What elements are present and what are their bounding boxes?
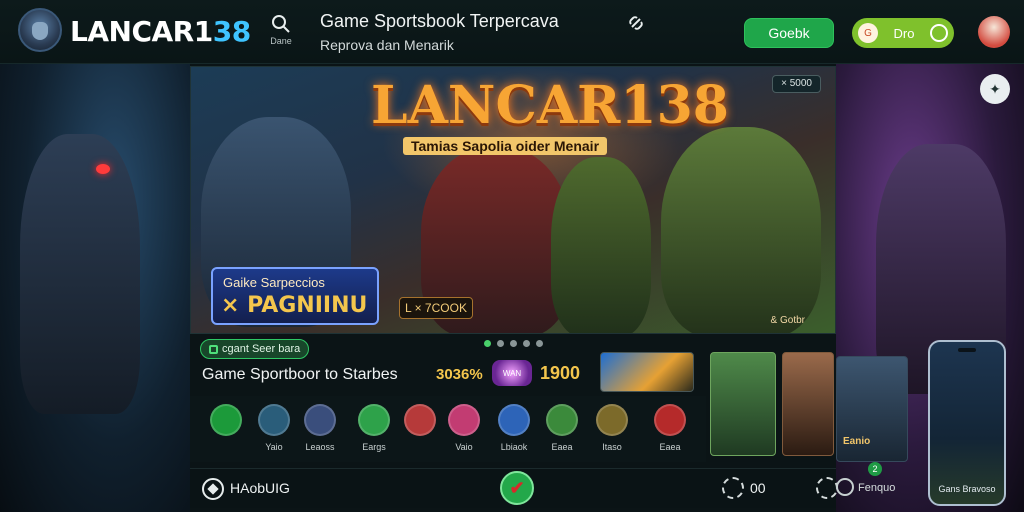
game-category-label: Itaso: [602, 442, 622, 452]
page: LANCAR138 Dane Game Sportsbook Terpercav…: [0, 0, 1024, 512]
link-icon[interactable]: [626, 13, 646, 33]
game-category-item[interactable]: Eaea: [646, 404, 694, 452]
user-avatar[interactable]: [978, 16, 1010, 48]
league-icon: [304, 404, 336, 436]
carousel-dot[interactable]: [484, 340, 491, 347]
game-category-item[interactable]: Eaea: [538, 404, 586, 452]
game-card-label: Eanio: [843, 436, 871, 447]
arcade-icon: [654, 404, 686, 436]
pill-label: cgant Seer bara: [222, 343, 301, 355]
game-category-item[interactable]: Vaio: [440, 404, 488, 452]
bottom-bar: HAobUIG ✔ 00: [190, 468, 838, 508]
promo-thumbnail[interactable]: [600, 352, 694, 392]
top-header: LANCAR138 Dane Game Sportsbook Terpercav…: [0, 0, 1024, 64]
phone-label: Gans Bravoso: [938, 484, 996, 494]
center-action-button[interactable]: ✔: [500, 471, 534, 505]
game-category-item[interactable]: Yaio: [250, 404, 298, 452]
win-badge[interactable]: WAN: [492, 360, 532, 386]
search-label: Dane: [270, 36, 292, 46]
hero-promo-card[interactable]: Gaike Sarpeccios × PAGNIINU: [211, 267, 379, 325]
gear-icon[interactable]: [836, 478, 854, 496]
settings-gear-icon-secondary[interactable]: [816, 477, 838, 499]
game-category-item[interactable]: Eargs: [350, 404, 398, 452]
carousel-dots: [484, 340, 543, 347]
chip-icon: G: [858, 23, 878, 43]
section-title: Game Sportboor to Starbes: [202, 366, 398, 383]
carousel-dot[interactable]: [510, 340, 517, 347]
search-button[interactable]: Dane: [266, 14, 296, 52]
register-button[interactable]: G Dro: [852, 18, 954, 48]
game-category-label: Eaea: [659, 442, 681, 452]
carousel-dot[interactable]: [523, 340, 530, 347]
header-subtitle: Reprova dan Menarik: [320, 37, 454, 53]
left-warrior-figure: [20, 134, 140, 414]
hero-cta-button[interactable]: L × 7COOK: [399, 297, 473, 319]
game-card-portrait[interactable]: [782, 352, 834, 456]
game-category-item[interactable]: [396, 404, 444, 442]
phone-preview[interactable]: Gans Bravoso: [928, 340, 1006, 506]
game-category-item[interactable]: Leaoss: [296, 404, 344, 452]
game-card-warrior[interactable]: [710, 352, 776, 456]
game-category-label: Eargs: [362, 442, 386, 452]
game-category-label: Yaio: [265, 442, 283, 452]
promo-line-1: Gaike Sarpeccios: [223, 275, 325, 290]
game-category-item[interactable]: Itaso: [588, 404, 636, 452]
left-warrior-eye: [96, 164, 110, 174]
lottery-icon: [210, 404, 242, 436]
home-diamond-icon[interactable]: [202, 478, 224, 500]
right-bottom-label: Fenquo: [858, 482, 896, 494]
bottom-label: HAobUIG: [230, 480, 290, 496]
game-category-label: Eaea: [551, 442, 573, 452]
game-category-row: Yaio Leaoss Eargs Vaio Lbiaok Eaea Itaso Eaea: [190, 396, 706, 462]
game-category-item[interactable]: [202, 404, 250, 442]
header-tagline: Game Sportsbook Terpercava Reprova dan M…: [320, 11, 620, 53]
game-category-label: Leaoss: [305, 442, 335, 452]
brand-name[interactable]: LANCAR138: [70, 15, 251, 48]
promo-line-2: × PAGNIINU: [221, 293, 368, 318]
search-icon: [272, 15, 290, 33]
hero-figure-right: [661, 127, 821, 333]
register-label: Dro: [893, 25, 915, 41]
settings-gear-icon[interactable]: [722, 477, 744, 499]
category-pill[interactable]: cgant Seer bara: [200, 339, 310, 359]
hero-badge[interactable]: × 5000: [772, 75, 821, 93]
background-left-scene: [0, 64, 190, 512]
hero-figure-mid: [551, 157, 651, 333]
carousel-dot[interactable]: [536, 340, 543, 347]
game-category-label: Vaio: [455, 442, 473, 452]
ring-icon: [929, 24, 948, 42]
brand-suffix: 38: [212, 15, 251, 48]
fish-icon: [546, 404, 578, 436]
bottom-count: 00: [750, 480, 766, 496]
hero-title: LANCAR138: [371, 75, 729, 136]
stat-number: 1900: [540, 363, 581, 383]
game-card-assassin[interactable]: Eanio: [836, 356, 908, 462]
bug-icon: [404, 404, 436, 436]
globe-icon: [258, 404, 290, 436]
stat-percentage: 3036%: [436, 366, 483, 383]
header-title: Game Sportsbook Terpercava: [320, 11, 559, 31]
casino-icon: [448, 404, 480, 436]
hero-subtitle: Tamias Sapolia oider Menair: [403, 137, 608, 155]
login-button[interactable]: Goebk: [744, 18, 834, 48]
hero-watermark: & Gotbr: [770, 315, 805, 326]
sports-icon: [358, 404, 390, 436]
pin-button[interactable]: ✦: [980, 74, 1010, 104]
pill-square-icon: [209, 344, 218, 354]
phone-camera: [958, 348, 976, 352]
notification-badge: 2: [868, 462, 882, 476]
hero-banner[interactable]: LANCAR138 Tamias Sapolia oider Menair × …: [190, 66, 836, 334]
brand-prefix: LANCAR1: [70, 15, 213, 48]
brand-avatar-logo[interactable]: [18, 8, 62, 52]
card-icon: [498, 404, 530, 436]
carousel-dot[interactable]: [497, 340, 504, 347]
slot-icon: [596, 404, 628, 436]
game-category-item[interactable]: Lbiaok: [490, 404, 538, 452]
game-category-label: Lbiaok: [500, 442, 528, 452]
